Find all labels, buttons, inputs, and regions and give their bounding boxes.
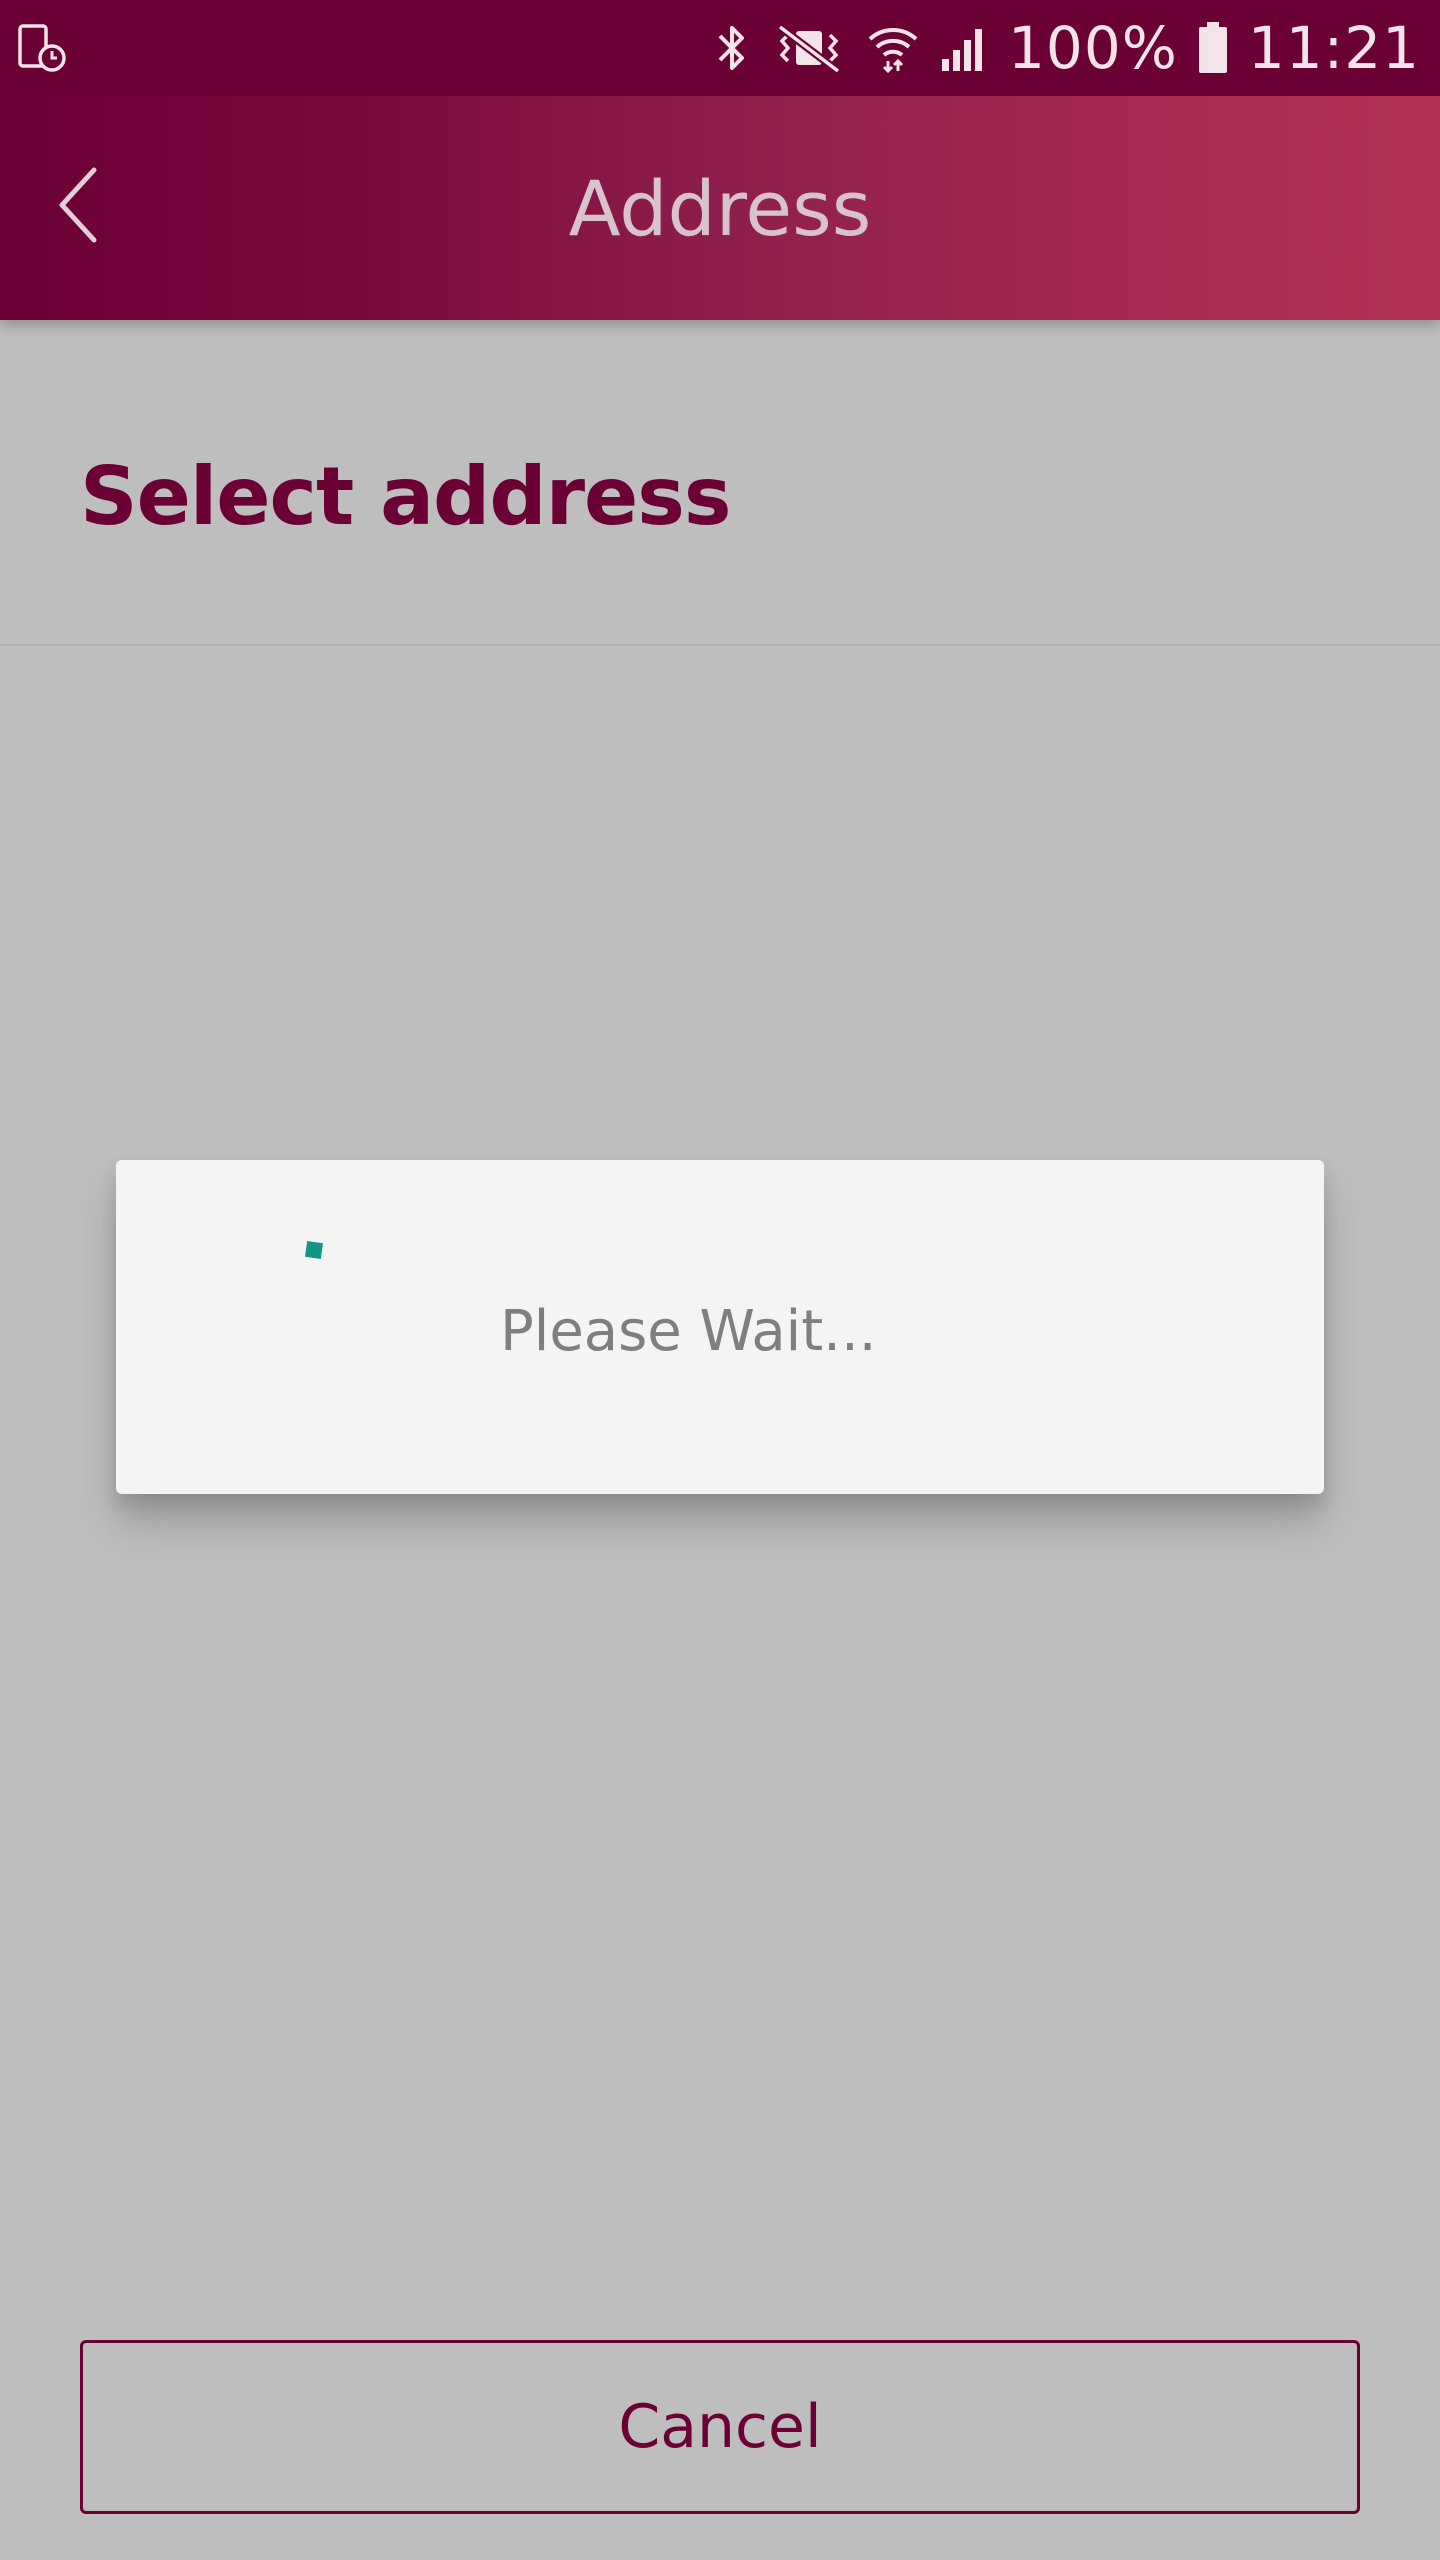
status-time: 11:21: [1247, 14, 1420, 82]
chevron-left-icon: [50, 160, 110, 255]
progress-spinner-icon: [304, 1240, 324, 1260]
vibrate-off-icon: [770, 21, 848, 75]
cancel-button[interactable]: Cancel: [80, 2340, 1360, 2514]
app-bar: Address: [0, 96, 1440, 320]
divider: [0, 644, 1440, 646]
bluetooth-icon: [712, 21, 752, 75]
progress-dialog: Please Wait...: [116, 1160, 1324, 1494]
battery-icon: [1196, 19, 1230, 77]
device-clock-icon: [16, 22, 68, 74]
dialog-message: Please Wait...: [500, 1298, 877, 1364]
wifi-icon: [866, 21, 920, 75]
back-button[interactable]: [40, 152, 120, 262]
status-right: 100% 11:21: [712, 14, 1420, 82]
section-title: Select address: [80, 450, 732, 543]
signal-icon: [938, 21, 990, 75]
battery-percent: 100%: [1008, 14, 1178, 82]
page-title: Address: [568, 163, 872, 253]
status-bar: 100% 11:21: [0, 0, 1440, 96]
status-left: [16, 22, 68, 74]
